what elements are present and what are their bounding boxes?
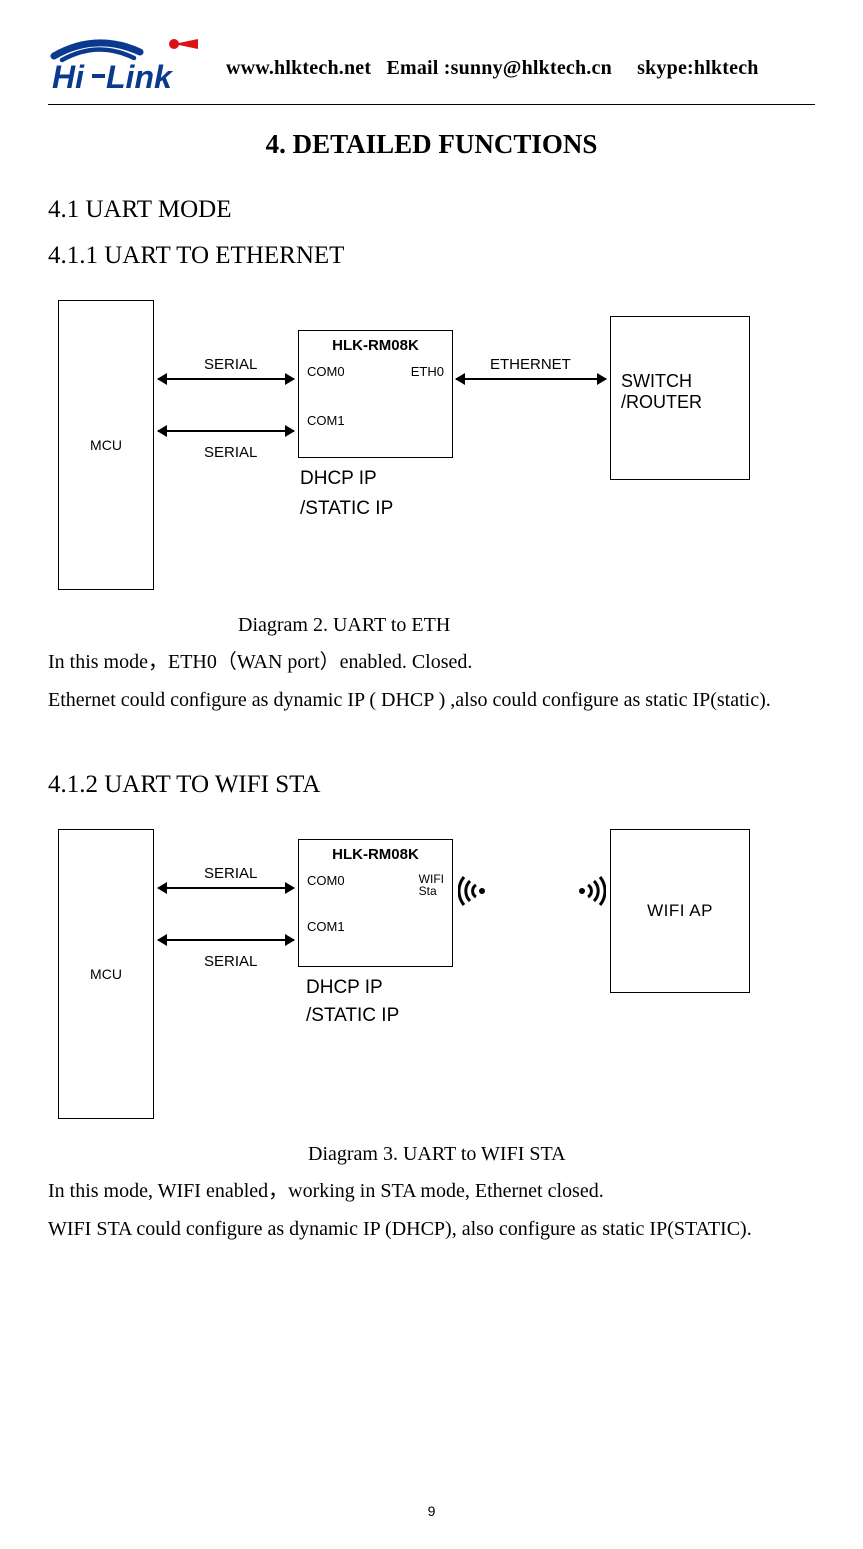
para-4-1-2-b: WIFI STA could configure as dynamic IP (… — [48, 1210, 815, 1248]
diag2-module-title: HLK-RM08K — [307, 846, 444, 863]
diag1-arrow-ethernet — [456, 378, 606, 380]
diag2-dhcp-label: DHCP IP — [306, 977, 383, 999]
diag1-switch-box: SWITCH /ROUTER — [610, 316, 750, 480]
wifi-signal-icon — [458, 873, 494, 909]
diag1-arrow-serial-top — [158, 378, 294, 380]
diag2-wifiap-label: WIFI AP — [647, 901, 713, 921]
diag1-static-label: /STATIC IP — [300, 498, 393, 520]
diag2-mcu-box: MCU — [58, 829, 154, 1119]
diag2-module-box: HLK-RM08K COM0 WIFI Sta COM1 — [298, 839, 453, 967]
diag2-arrow-serial-top — [158, 887, 294, 889]
diag1-ethernet-label: ETHERNET — [490, 356, 571, 373]
para-4-1-1-a: In this mode，ETH0（WAN port）enabled. Clos… — [48, 643, 815, 681]
header-contact: www.hlktech.net Email :sunny@hlktech.cn … — [226, 57, 759, 80]
diag2-sta-text: Sta — [419, 884, 437, 898]
section-4-1-1: 4.1.1 UART TO ETHERNET — [48, 242, 815, 270]
hilink-logo: Hi Link — [48, 38, 208, 98]
diag2-mcu-label: MCU — [90, 966, 122, 982]
header-skype: skype:hlktech — [637, 57, 759, 79]
diag2-static-label: /STATIC IP — [306, 1005, 399, 1027]
diag2-arrow-serial-bottom — [158, 939, 294, 941]
page-header: Hi Link www.hlktech.net Email :sunny@hlk… — [48, 38, 815, 98]
diag1-dhcp-label: DHCP IP — [300, 468, 377, 490]
diag2-serial-label-bottom: SERIAL — [204, 953, 257, 970]
diag1-serial-label-bottom: SERIAL — [204, 444, 257, 461]
diag1-switch-label: SWITCH — [621, 371, 692, 392]
header-website: www.hlktech.net — [226, 57, 371, 79]
diagram2-caption: Diagram 3. UART to WIFI STA — [48, 1143, 815, 1166]
wifi-signal-icon — [570, 873, 606, 909]
diag1-module-box: HLK-RM08K COM0 ETH0 COM1 — [298, 330, 453, 458]
diag1-module-title: HLK-RM08K — [307, 337, 444, 354]
para-4-1-1-b: Ethernet could configure as dynamic IP (… — [48, 681, 815, 719]
diag1-router-label: /ROUTER — [621, 392, 702, 413]
page-number: 9 — [0, 1503, 863, 1519]
diag2-wifiap-box: WIFI AP — [610, 829, 750, 993]
section-4-1-2: 4.1.2 UART TO WIFI STA — [48, 771, 815, 799]
diag1-serial-label-top: SERIAL — [204, 356, 257, 373]
chapter-title: 4. DETAILED FUNCTIONS — [48, 129, 815, 160]
para-4-1-2-a: In this mode, WIFI enabled，working in ST… — [48, 1172, 815, 1210]
diag1-mcu-box: MCU — [58, 300, 154, 590]
diag2-serial-label-top: SERIAL — [204, 865, 257, 882]
diag1-eth0-label: ETH0 — [411, 364, 444, 379]
diag1-com0-label: COM0 — [307, 364, 345, 379]
diag2-com1-label: COM1 — [307, 919, 345, 934]
diag2-wifi-sta-label: WIFI Sta — [419, 873, 444, 897]
diag1-com1-label: COM1 — [307, 413, 345, 428]
header-divider — [48, 104, 815, 105]
diag1-arrow-serial-bottom — [158, 430, 294, 432]
svg-text:Link: Link — [106, 59, 174, 95]
diag1-mcu-label: MCU — [90, 437, 122, 453]
diagram-uart-to-wifi-sta: MCU HLK-RM08K COM0 WIFI Sta COM1 WIFI AP… — [48, 829, 815, 1119]
header-email: Email :sunny@hlktech.cn — [386, 57, 611, 79]
svg-text:Hi: Hi — [52, 59, 85, 95]
diag2-com0-label: COM0 — [307, 873, 345, 897]
diagram1-caption: Diagram 2. UART to ETH — [48, 614, 815, 637]
diagram-uart-to-eth: MCU HLK-RM08K COM0 ETH0 COM1 SWITCH /ROU… — [48, 300, 815, 590]
section-4-1: 4.1 UART MODE — [48, 196, 815, 224]
